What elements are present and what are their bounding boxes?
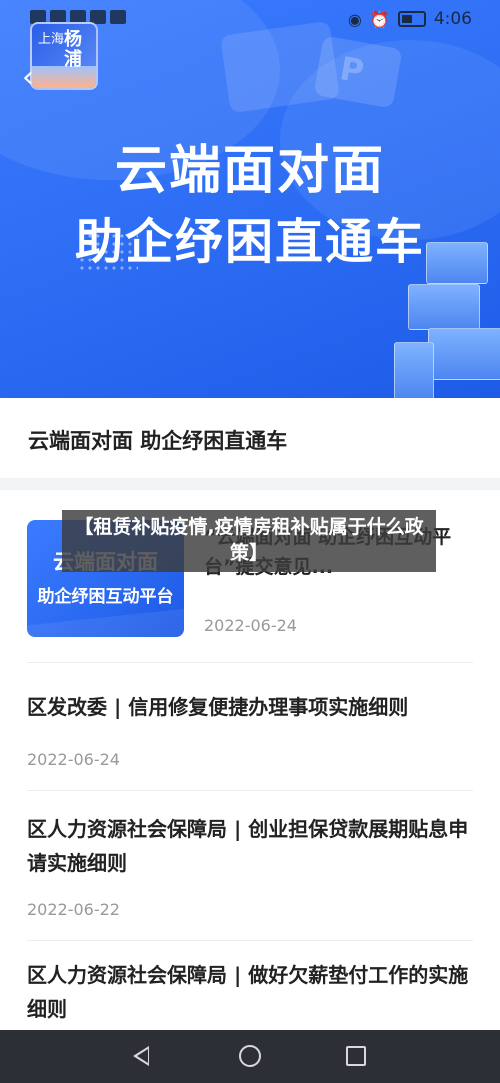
- list-divider: [27, 662, 473, 663]
- banner-title-line1: 云端面对面: [114, 141, 385, 201]
- list-item-title[interactable]: 区人力资源社会保障局 | 做好欠薪垫付工作的实施细则: [27, 958, 477, 1026]
- list-divider: [27, 940, 473, 941]
- list-item-title[interactable]: 区发改委 | 信用修复便捷办理事项实施细则: [27, 690, 477, 724]
- caption-overlay-text: 【租赁补贴疫情,疫情房租补贴属于什么政策】: [74, 516, 424, 564]
- battery-icon: [397, 11, 426, 27]
- status-time: 4:06: [433, 9, 472, 29]
- list-divider: [27, 790, 473, 791]
- article-title: 云端面对面 助企纾困直通车: [28, 429, 288, 453]
- list-item-date: 2022-06-24: [27, 750, 120, 769]
- eye-icon: ◉: [347, 9, 362, 29]
- back-arrow-icon[interactable]: ‹: [22, 63, 42, 93]
- search-app-icon: [110, 10, 126, 24]
- nav-back-icon[interactable]: [133, 1046, 149, 1066]
- nav-home-icon[interactable]: [239, 1045, 261, 1067]
- section-divider: [0, 478, 500, 490]
- nav-recent-icon[interactable]: [346, 1046, 366, 1066]
- server-illustration: [388, 232, 500, 398]
- alarm-icon: ⏰: [369, 9, 390, 29]
- status-icons-right: ◉ ⏰ 4:06: [348, 9, 472, 29]
- list-item-date: 2022-06-24: [204, 616, 297, 635]
- list-item-title[interactable]: 区人力资源社会保障局 | 创业担保贷款展期贴息申请实施细则: [27, 812, 477, 880]
- list-item-date: 2022-06-22: [27, 900, 120, 919]
